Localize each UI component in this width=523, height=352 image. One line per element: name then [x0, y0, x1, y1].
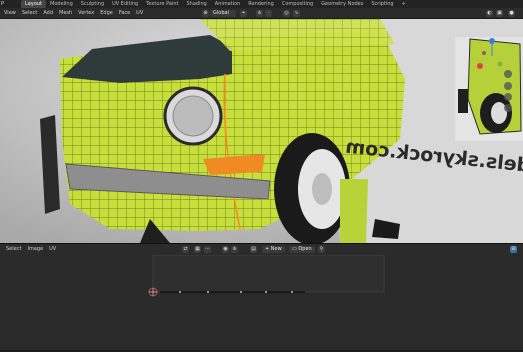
car-mesh	[40, 19, 405, 243]
tab-scripting[interactable]: Scripting	[367, 0, 397, 8]
view-menu[interactable]: View	[0, 8, 19, 19]
orientation-icon[interactable]: ⊕	[202, 10, 209, 17]
vertex-select-icon[interactable]: ·	[265, 10, 272, 17]
uv-menu[interactable]: UV	[133, 8, 146, 19]
xray-icon[interactable]: ▣	[496, 10, 503, 17]
vertex-menu[interactable]: Vertex	[75, 8, 97, 19]
uv-editor-canvas[interactable]	[0, 254, 523, 350]
proportional-edit-icon[interactable]: ◎	[283, 10, 290, 17]
uv-image-menu[interactable]: Image	[24, 244, 46, 255]
mesh-menu[interactable]: Mesh	[56, 8, 75, 19]
snap-icon[interactable]: ⋔	[231, 246, 238, 253]
uv-overlay-icon[interactable]: ⊞	[510, 246, 517, 253]
select-menu[interactable]: Select	[19, 8, 40, 19]
reference-image	[455, 37, 523, 141]
open-image-button[interactable]: ▭ Open	[289, 246, 315, 253]
uv-uv-menu[interactable]: UV	[46, 244, 59, 255]
overlay-icon[interactable]: ◐	[486, 10, 493, 17]
uv-grid	[148, 254, 385, 297]
shading-icon[interactable]: ●	[508, 10, 515, 17]
tab-shading[interactable]: Shading	[182, 0, 210, 8]
uv-select-mode-icon[interactable]: ▦	[194, 246, 201, 253]
new-image-button[interactable]: + New	[262, 246, 285, 253]
snap-icon[interactable]: ⋔	[256, 10, 263, 17]
viewport-scene	[0, 19, 523, 243]
tab-rendering[interactable]: Rendering	[244, 0, 278, 8]
tab-geometry-nodes[interactable]: Geometry Nodes	[317, 0, 367, 8]
pivot-icon[interactable]: ◉	[222, 246, 229, 253]
edge-select-icon[interactable]: ∿	[293, 10, 300, 17]
sync-selection-icon[interactable]: ⇄	[182, 246, 189, 253]
3d-viewport[interactable]: models.skyrock.com	[0, 19, 523, 243]
pivot-icon[interactable]: ⌖	[240, 10, 247, 17]
add-workspace-button[interactable]: +	[398, 0, 410, 8]
edge-menu[interactable]: Edge	[97, 8, 116, 19]
transform-orientation-dropdown[interactable]: Global	[210, 10, 236, 17]
tab-animation[interactable]: Animation	[211, 0, 245, 8]
face-menu[interactable]: Face	[116, 8, 133, 19]
uv-select-menu[interactable]: Select	[0, 244, 24, 255]
sticky-mode-icon[interactable]: ⋯	[204, 246, 211, 253]
pin-icon[interactable]: ⚲	[318, 246, 325, 253]
tab-compositing[interactable]: Compositing	[278, 0, 317, 8]
image-browse-icon[interactable]: ▤	[250, 246, 257, 253]
add-menu[interactable]: Add	[40, 8, 56, 19]
tab-texture-paint[interactable]: Texture Paint	[142, 0, 182, 8]
